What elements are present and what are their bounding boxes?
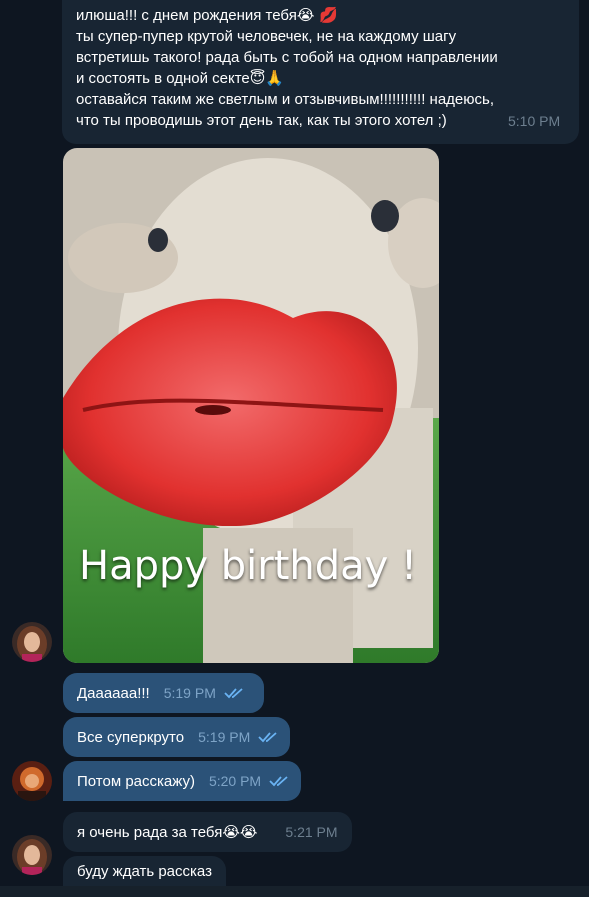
contact-avatar[interactable]: [12, 622, 52, 662]
outgoing-message[interactable]: Даааааа!!! 5:19 PM: [63, 673, 264, 713]
message-text: буду ждать рассказ: [77, 862, 212, 880]
avatar-photo: [12, 761, 52, 801]
message-birthday-wish[interactable]: илюша!!! с днем рождения тебя😭 💋 ты супе…: [62, 0, 579, 144]
incoming-message[interactable]: я очень рада за тебя😭😭 5:21 PM: [63, 812, 352, 852]
birthday-gif[interactable]: Happy birthday !: [63, 148, 439, 663]
message-time: 5:10 PM: [508, 113, 561, 129]
message-text: Даааааа!!!: [77, 684, 150, 702]
double-check-icon: [224, 688, 243, 699]
double-check-icon: [258, 732, 277, 743]
composer-bar[interactable]: [0, 886, 589, 897]
outgoing-message[interactable]: Потом расскажу) 5:20 PM: [63, 761, 302, 801]
double-check-icon: [269, 776, 288, 787]
message-time: 5:20 PM: [208, 772, 262, 789]
message-text: илюша!!! с днем рождения тебя: [76, 7, 297, 24]
message-text: Все суперкруто: [77, 728, 185, 746]
own-avatar[interactable]: [12, 761, 52, 801]
crying-kiss-emoji: 😭 💋: [296, 6, 338, 24]
avatar-photo: [12, 622, 52, 662]
contact-avatar[interactable]: [12, 835, 52, 875]
avatar-photo: [12, 835, 52, 875]
message-time: 5:19 PM: [163, 684, 216, 701]
message-text: я очень рада за тебя😭😭: [77, 822, 257, 843]
message-text: Потом расскажу): [77, 772, 195, 790]
message-time: 5:19 PM: [198, 728, 251, 745]
outgoing-message[interactable]: Все суперкруто 5:19 PM: [63, 717, 291, 757]
message-line: оставайся таким же светлым и отзывчивым!…: [76, 91, 495, 108]
angel-pray-emoji: 😇🙏: [249, 69, 285, 87]
message-line: ты супер-пупер крутой человечек, не на к…: [76, 28, 457, 45]
message-line: илюша!!! с днем рождения тебя😭 💋: [76, 5, 567, 26]
message-line: встретишь такого! рада быть с тобой на о…: [76, 49, 498, 66]
message-text-body: я очень рада за тебя: [77, 823, 223, 841]
message-text: что ты проводишь этот день так, как ты э…: [76, 112, 447, 129]
message-text: и состоять в одной секте: [76, 70, 250, 87]
gif-caption: Happy birthday !: [79, 543, 418, 589]
message-time: 5:21 PM: [285, 823, 338, 840]
message-line: что ты проводишь этот день так, как ты э…: [76, 110, 567, 131]
crying-emoji: 😭😭: [222, 822, 258, 841]
message-line: и состоять в одной секте😇🙏: [76, 68, 567, 89]
